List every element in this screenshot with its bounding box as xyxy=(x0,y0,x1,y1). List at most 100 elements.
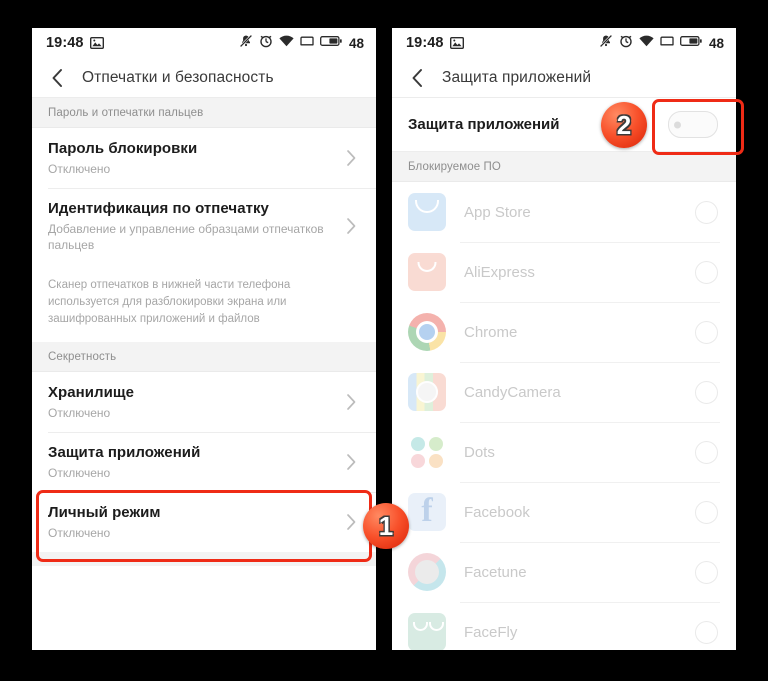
back-chevron-icon[interactable] xyxy=(406,67,428,89)
app-name: Facebook xyxy=(464,503,530,521)
switch-knob xyxy=(674,121,681,128)
app-name: FaceFly xyxy=(464,623,518,641)
fingerprint-scanner-note: Сканер отпечатков в нижней части телефон… xyxy=(32,264,376,342)
app-name: Dots xyxy=(464,443,495,461)
app-select-radio[interactable] xyxy=(695,260,718,284)
settings-group-password: Пароль блокировки Отключено Идентификаци… xyxy=(32,128,376,264)
alarm-clock-icon xyxy=(259,34,273,53)
app-list-item-candycamera[interactable]: CandyCamera xyxy=(392,362,736,422)
settings-row-subtitle: Отключено xyxy=(48,526,111,540)
settings-row-subtitle: Отключено xyxy=(48,466,111,480)
settings-row-subtitle: Добавление и управление образцами отпеча… xyxy=(48,222,324,252)
settings-group-privacy: Хранилище Отключено Защита приложений От… xyxy=(32,372,376,552)
status-bar-right: 19:48 48 xyxy=(392,28,736,58)
sim-card-icon xyxy=(660,34,674,52)
settings-row-main: Личный режим Отключено xyxy=(48,503,332,541)
sim-card-icon xyxy=(300,34,314,52)
app-list-item-facefly[interactable]: FaceFly xyxy=(392,602,736,650)
app-select-radio[interactable] xyxy=(695,380,718,404)
photo-icon xyxy=(89,37,104,49)
status-bar-icons: 48 xyxy=(239,33,364,53)
status-bar-icons: 48 xyxy=(599,33,724,53)
battery-icon xyxy=(680,34,702,52)
page-title: Отпечатки и безопасность xyxy=(82,68,274,86)
settings-row-personal-mode[interactable]: Личный режим Отключено xyxy=(32,492,376,552)
app-list-item-app-store[interactable]: App Store xyxy=(392,182,736,242)
app-select-radio[interactable] xyxy=(695,200,718,224)
settings-row-title: Личный режим xyxy=(48,504,161,521)
facebook-icon xyxy=(408,493,446,531)
left-phone-screen: 19:48 48 Отпечатки и безопасность Пароль… xyxy=(32,28,376,650)
app-name: CandyCamera xyxy=(464,383,561,401)
battery-percent-label: 48 xyxy=(708,35,724,51)
back-chevron-icon[interactable] xyxy=(46,67,68,89)
app-protection-switch[interactable] xyxy=(668,111,718,138)
step-badge-1: 1 xyxy=(363,503,409,549)
app-name: Facetune xyxy=(464,563,527,581)
dot-1 xyxy=(411,437,425,451)
right-phone-screen: 19:48 48 Защита приложений Защита прилож… xyxy=(392,28,736,650)
app-select-radio[interactable] xyxy=(695,320,718,344)
section-header-privacy: Секретность xyxy=(32,342,376,372)
settings-row-title: Идентификация по отпечатку xyxy=(48,200,269,217)
app-list-item-dots[interactable]: Dots xyxy=(392,422,736,482)
settings-row-app-protection[interactable]: Защита приложений Отключено xyxy=(32,432,376,492)
app-name: App Store xyxy=(464,203,531,221)
status-bar-clock: 19:48 xyxy=(406,35,444,51)
app-select-radio[interactable] xyxy=(695,620,718,644)
facetune-icon xyxy=(408,553,446,591)
app-select-radio[interactable] xyxy=(695,440,718,464)
facefly-icon xyxy=(408,613,446,650)
app-list-item-facebook[interactable]: Facebook xyxy=(392,482,736,542)
vibrate-off-icon xyxy=(239,33,253,53)
app-select-radio[interactable] xyxy=(695,560,718,584)
battery-icon xyxy=(320,34,342,52)
left-title-bar: Отпечатки и безопасность xyxy=(32,58,376,98)
dot-3 xyxy=(411,454,425,468)
settings-row-subtitle: Отключено xyxy=(48,406,111,420)
screenshot-stage: 19:48 48 Отпечатки и безопасность Пароль… xyxy=(0,0,768,681)
photo-icon xyxy=(449,37,464,49)
section-header-password: Пароль и отпечатки пальцев xyxy=(32,98,376,128)
chevron-right-icon xyxy=(342,393,360,411)
right-title-bar: Защита приложений xyxy=(392,58,736,98)
dot-4 xyxy=(429,454,443,468)
settings-row-main: Идентификация по отпечатку Добавление и … xyxy=(48,199,332,253)
app-list-item-chrome[interactable]: Chrome xyxy=(392,302,736,362)
settings-row-title: Хранилище xyxy=(48,384,134,401)
app-select-radio[interactable] xyxy=(695,500,718,524)
app-protection-toggle-row[interactable]: Защита приложений xyxy=(392,98,736,152)
settings-row-lock-password[interactable]: Пароль блокировки Отключено xyxy=(32,128,376,188)
aliexpress-icon xyxy=(408,253,446,291)
settings-row-title: Защита приложений xyxy=(48,444,201,461)
settings-row-storage[interactable]: Хранилище Отключено xyxy=(32,372,376,432)
blockable-app-list: App Store AliExpress Chrome CandyCamera xyxy=(392,182,736,650)
dots-icon xyxy=(408,433,446,471)
chevron-right-icon xyxy=(342,217,360,235)
wifi-icon xyxy=(279,34,294,52)
step-badge-2: 2 xyxy=(601,102,647,148)
vibrate-off-icon xyxy=(599,33,613,53)
status-bar-left: 19:48 48 xyxy=(32,28,376,58)
chevron-right-icon xyxy=(342,149,360,167)
app-store-icon xyxy=(408,193,446,231)
alarm-clock-icon xyxy=(619,34,633,53)
chevron-right-icon xyxy=(342,513,360,531)
app-list-item-aliexpress[interactable]: AliExpress xyxy=(392,242,736,302)
chevron-right-icon xyxy=(342,453,360,471)
candycamera-icon xyxy=(408,373,446,411)
settings-row-fingerprint-id[interactable]: Идентификация по отпечатку Добавление и … xyxy=(32,188,376,264)
settings-row-main: Пароль блокировки Отключено xyxy=(48,139,332,177)
settings-row-main: Хранилище Отключено xyxy=(48,383,332,421)
app-name: Chrome xyxy=(464,323,518,341)
list-bottom-strip xyxy=(32,552,376,566)
section-header-blockable-software: Блокируемое ПО xyxy=(392,152,736,182)
wifi-icon xyxy=(639,34,654,52)
page-title: Защита приложений xyxy=(442,68,592,86)
settings-row-main: Защита приложений Отключено xyxy=(48,443,332,481)
dot-2 xyxy=(429,437,443,451)
app-name: AliExpress xyxy=(464,263,535,281)
status-bar-clock: 19:48 xyxy=(46,35,84,51)
app-list-item-facetune[interactable]: Facetune xyxy=(392,542,736,602)
settings-row-subtitle: Отключено xyxy=(48,162,111,176)
